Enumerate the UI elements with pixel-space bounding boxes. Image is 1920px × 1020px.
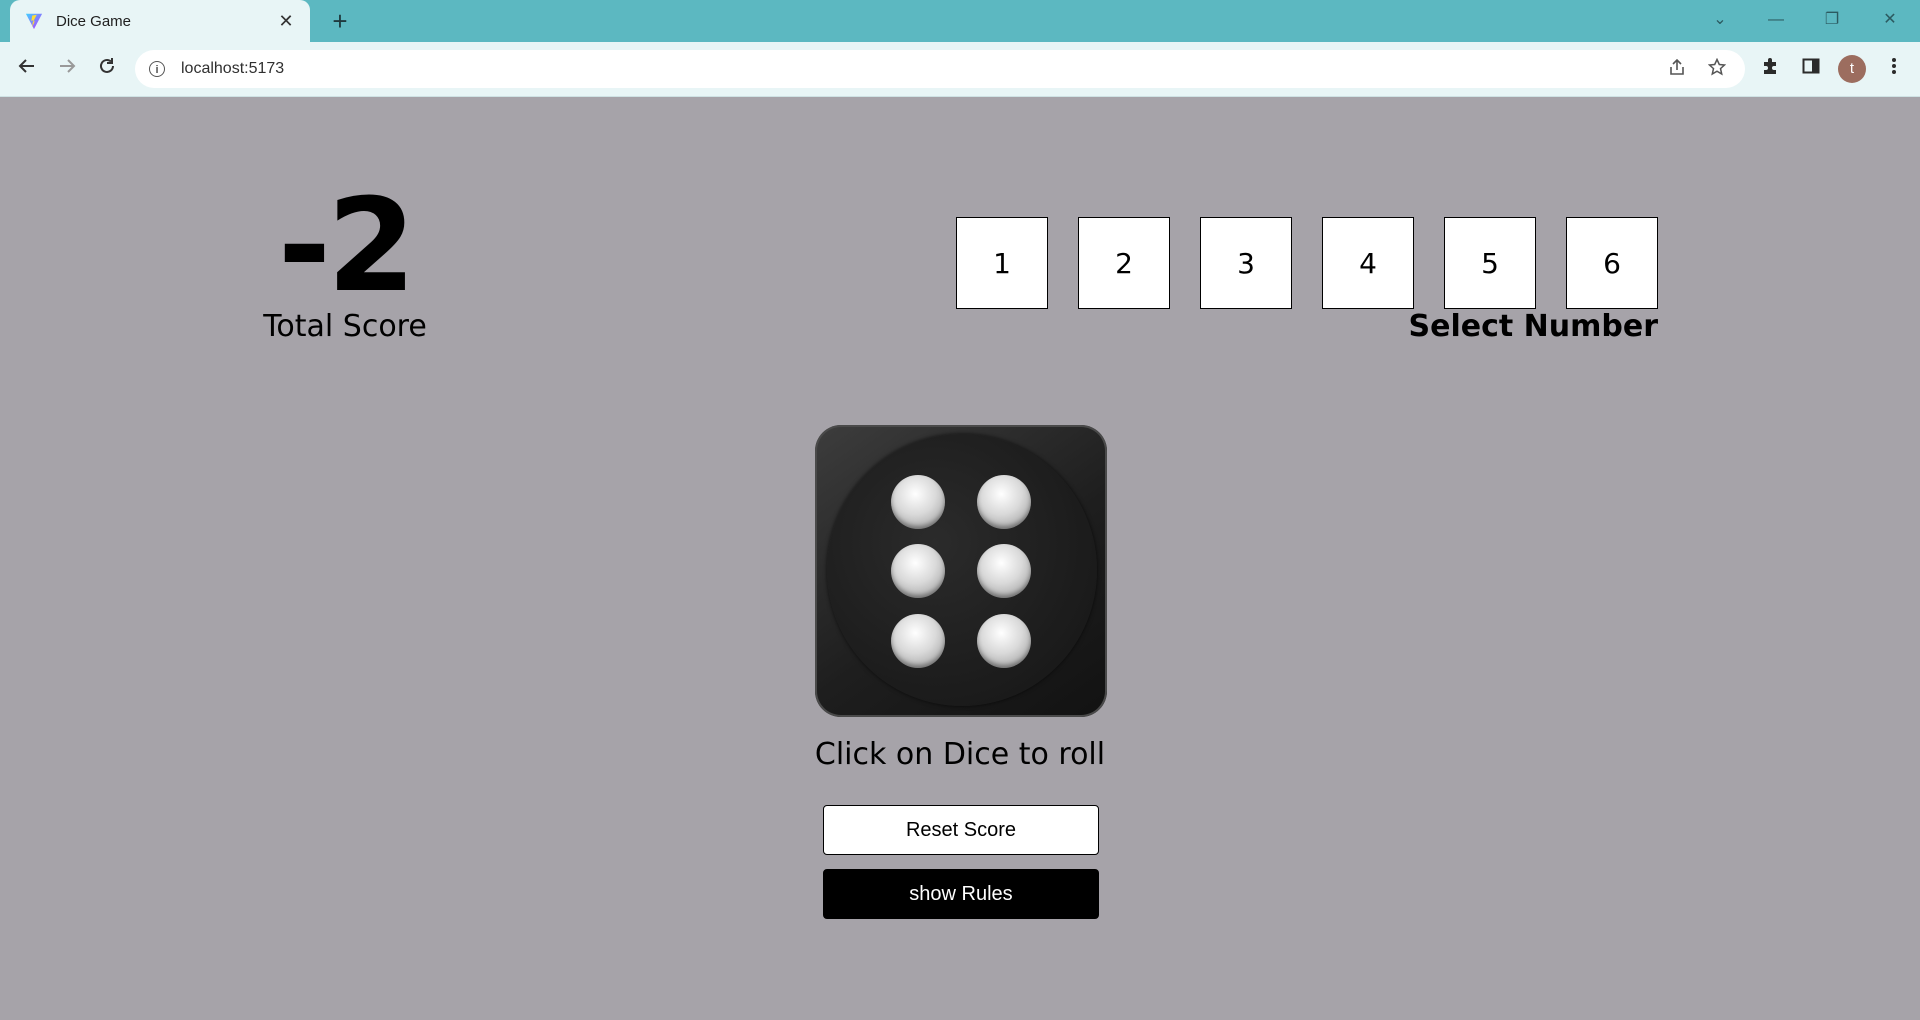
minimize-window-icon[interactable]: — <box>1756 6 1796 34</box>
back-arrow-icon[interactable] <box>12 54 42 84</box>
number-option-5[interactable]: 5 <box>1444 217 1536 309</box>
site-info-icon[interactable]: i <box>149 61 165 77</box>
total-score-value: -2 <box>277 172 416 321</box>
dice-face <box>827 434 1097 706</box>
address-bar[interactable]: i localhost:5173 <box>135 50 1745 88</box>
more-menu-icon[interactable] <box>1880 56 1908 84</box>
restore-window-icon[interactable]: ❐ <box>1812 6 1852 34</box>
browser-toolbar: i localhost:5173 <box>0 42 1920 97</box>
dice-pip <box>977 614 1031 668</box>
new-tab-button[interactable]: + <box>326 8 354 36</box>
number-option-6[interactable]: 6 <box>1566 217 1658 309</box>
number-option-3[interactable]: 3 <box>1200 217 1292 309</box>
tab-title: Dice Game <box>56 12 132 30</box>
dice-pip <box>977 475 1031 529</box>
profile-avatar[interactable]: t <box>1838 55 1866 83</box>
vite-logo-icon <box>24 11 44 31</box>
number-option-2[interactable]: 2 <box>1078 217 1170 309</box>
select-number-label: Select Number <box>1408 309 1659 344</box>
bookmark-star-icon[interactable] <box>1703 57 1731 81</box>
close-window-icon[interactable]: ✕ <box>1870 6 1910 34</box>
dice-pip <box>891 614 945 668</box>
close-tab-icon[interactable]: ✕ <box>276 11 296 32</box>
dice-game-page: -2 Total Score 1 2 3 4 5 6 Select Number… <box>0 97 1920 1020</box>
browser-tab-dice-game[interactable]: Dice Game ✕ <box>10 0 310 42</box>
total-score-label: Total Score <box>263 309 427 344</box>
dice-roll-hint: Click on Dice to roll <box>814 737 1106 772</box>
show-rules-button[interactable]: show Rules <box>823 869 1099 919</box>
reset-score-button[interactable]: Reset Score <box>823 805 1099 855</box>
dice-pip <box>891 475 945 529</box>
side-panel-icon[interactable] <box>1797 56 1825 84</box>
number-option-1[interactable]: 1 <box>956 217 1048 309</box>
dice-pip <box>891 544 945 598</box>
dice-six-image[interactable] <box>815 425 1107 717</box>
tab-search-dropdown-icon[interactable]: ⌄ <box>1700 6 1740 34</box>
forward-arrow-icon[interactable] <box>52 54 82 84</box>
extensions-puzzle-icon[interactable] <box>1756 56 1784 84</box>
number-selector: 1 2 3 4 5 6 <box>956 217 1658 309</box>
number-option-4[interactable]: 4 <box>1322 217 1414 309</box>
share-icon[interactable] <box>1663 58 1691 81</box>
dice-pip <box>977 544 1031 598</box>
browser-tab-strip: Dice Game ✕ + ⌄ — ❐ ✕ <box>0 0 1920 42</box>
address-url[interactable]: localhost:5173 <box>181 60 1651 78</box>
reload-icon[interactable] <box>92 54 122 84</box>
